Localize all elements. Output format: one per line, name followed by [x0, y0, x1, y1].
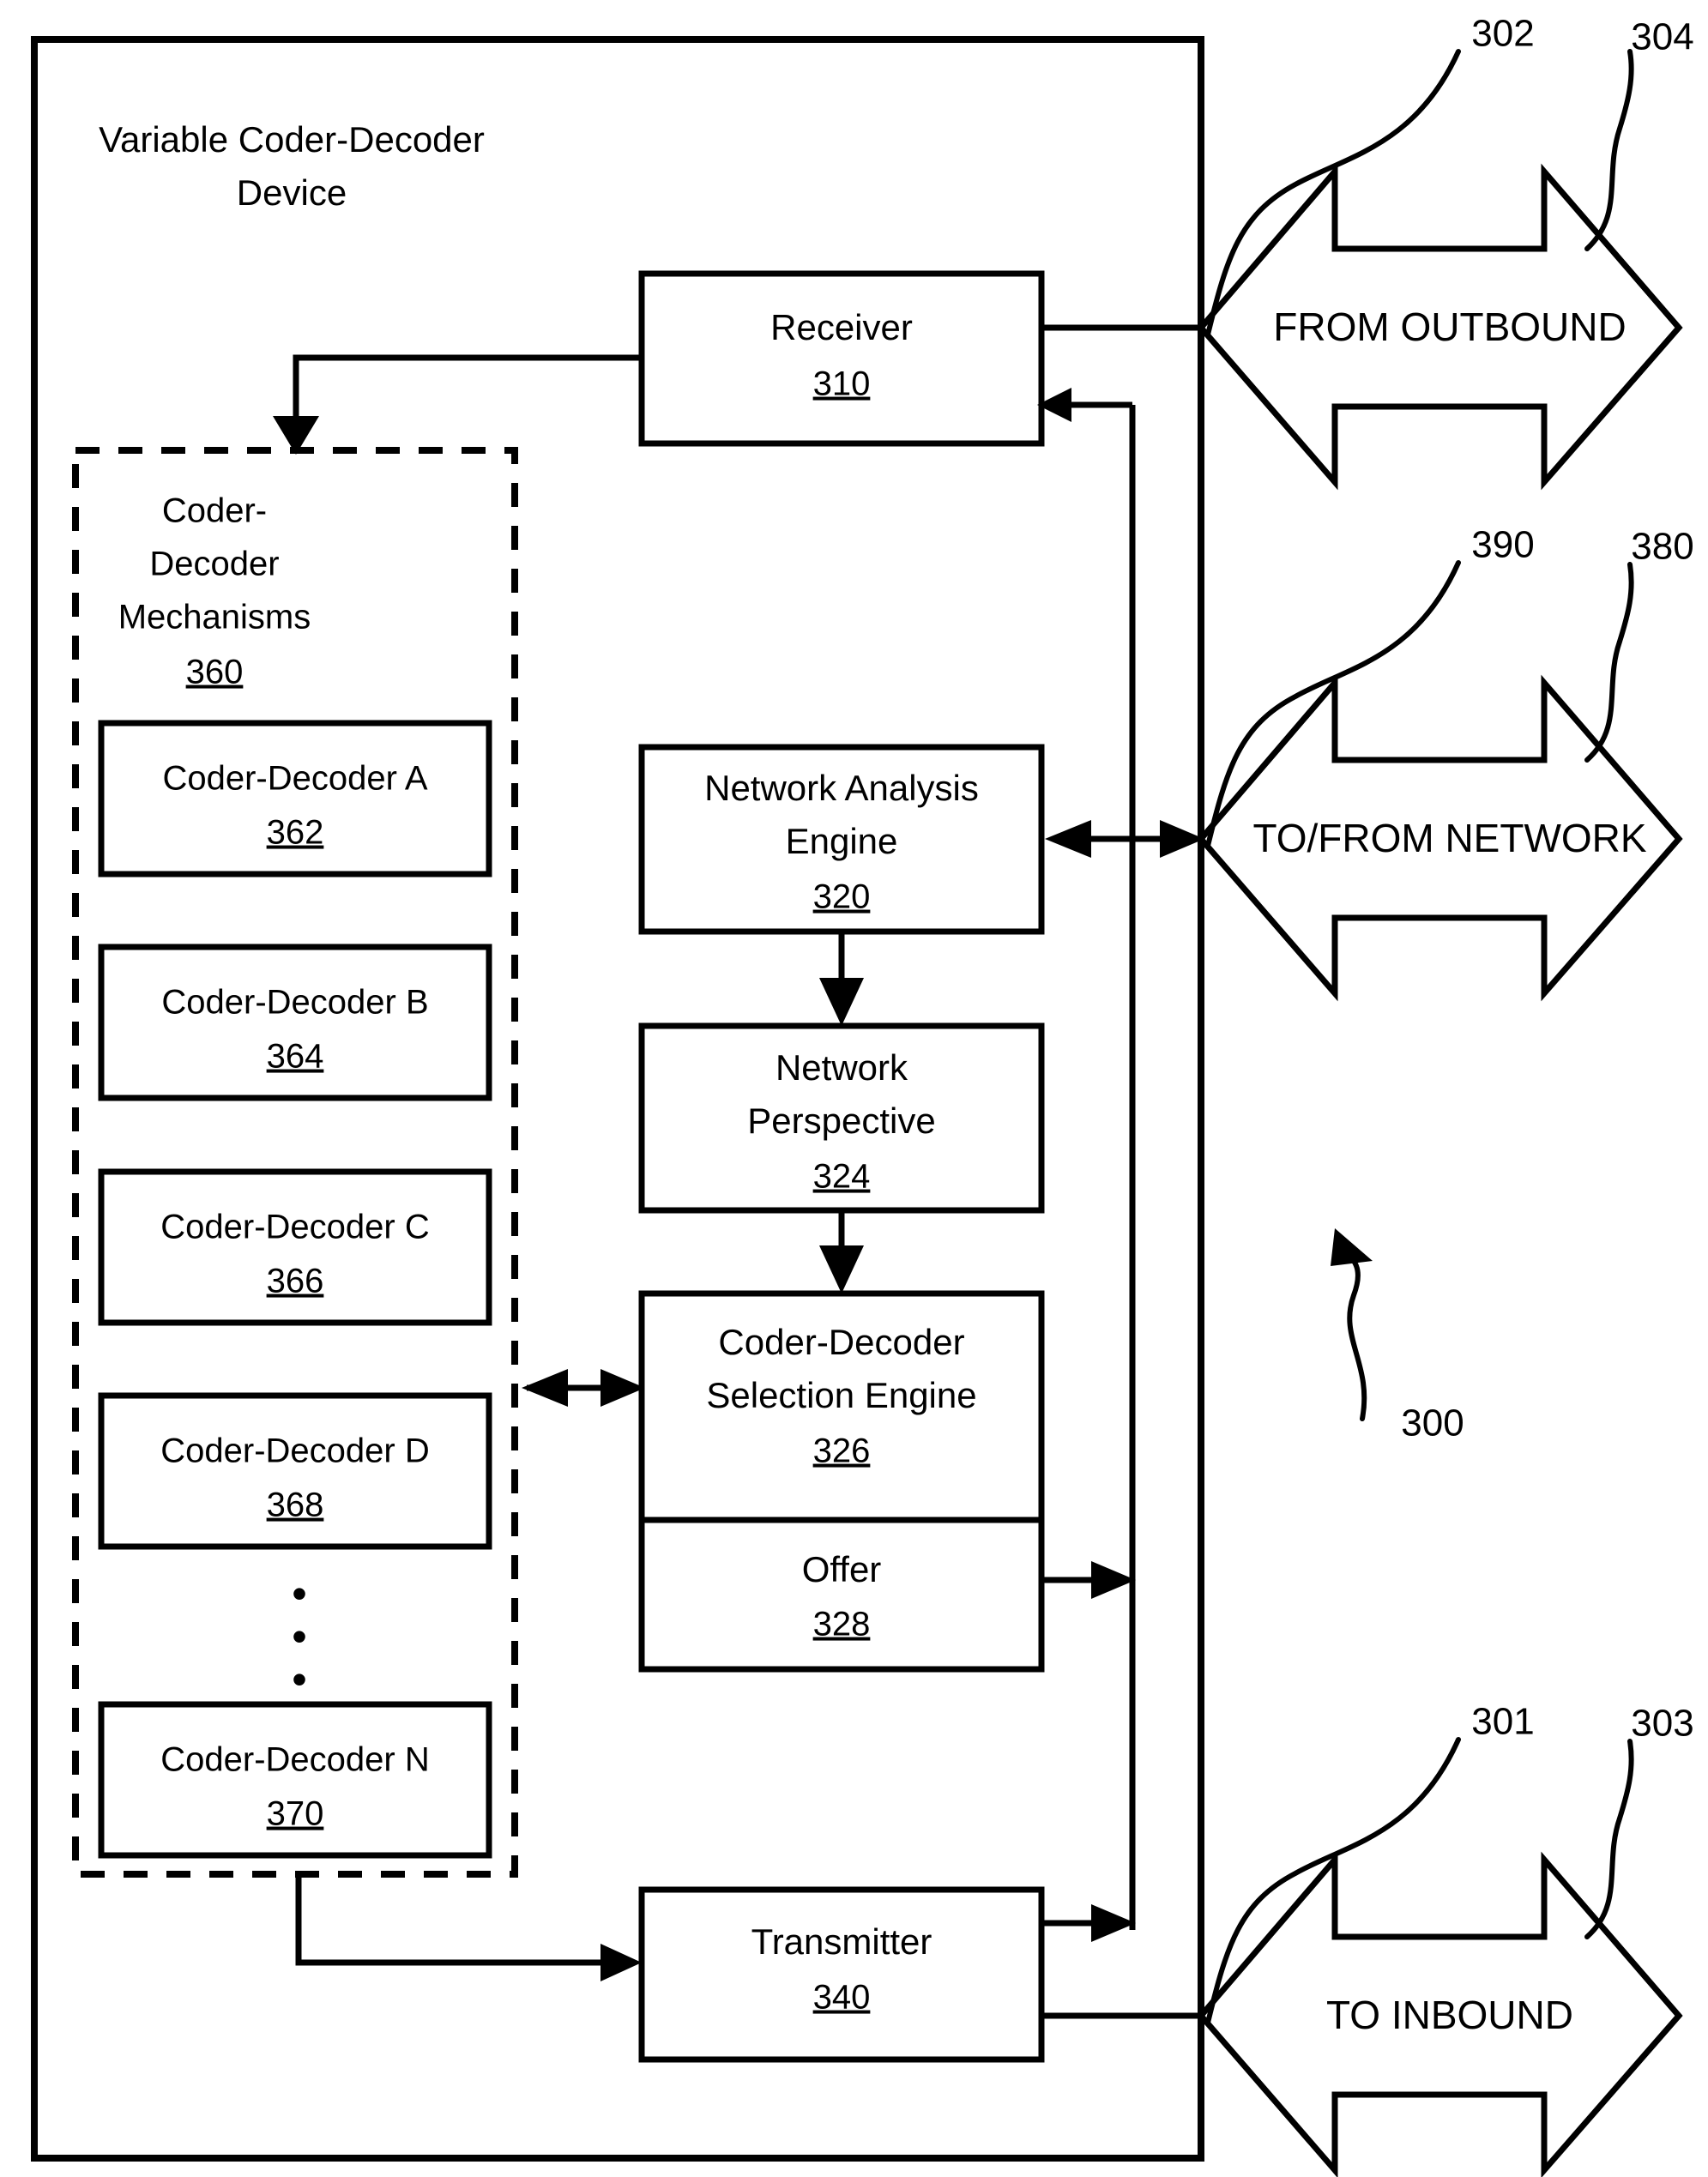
codec-item-n-label: Coder-Decoder N: [160, 1741, 429, 1779]
selection-engine-label-line2: Selection Engine: [706, 1375, 976, 1415]
arrowhead-codec-to-transmitter: [601, 1944, 642, 1981]
to-from-network-label: TO/FROM NETWORK: [1252, 816, 1646, 860]
leader-303: [1584, 1739, 1634, 1939]
leader-300: [1341, 1248, 1367, 1421]
codec-item-n-ref: 370: [267, 1795, 324, 1833]
codec-item-c-ref: 366: [267, 1263, 324, 1300]
arrowhead-transmitter-to-bus: [1091, 1904, 1136, 1942]
arrowhead-offer-to-bus: [1091, 1561, 1136, 1599]
codec-ellipsis-dot-3: •: [292, 1655, 307, 1704]
leader-304: [1584, 49, 1634, 251]
selection-engine-label-line1: Coder-Decoder: [718, 1322, 964, 1362]
codec-item-a-label: Coder-Decoder A: [162, 760, 427, 798]
offer-label: Offer: [802, 1549, 882, 1589]
codec-item-a-ref: 362: [267, 814, 324, 852]
network-analysis-label-line1: Network Analysis: [704, 768, 979, 808]
arrowhead-perspective-to-selection: [819, 1245, 864, 1294]
callout-302: 302: [1471, 13, 1534, 55]
codec-group-title-line1: Coder-: [162, 492, 267, 530]
callout-303: 303: [1631, 1703, 1693, 1745]
arrowhead-codec-selection-right: [601, 1369, 645, 1407]
arrowhead-codec-selection-left: [522, 1369, 568, 1407]
codec-ellipsis-dot-1: •: [292, 1570, 307, 1618]
arrowhead-nae-to-perspective: [819, 978, 864, 1026]
figure-canvas: Variable Coder-Decoder Device Receiver 3…: [31, 13, 1694, 2177]
callout-380: 380: [1631, 526, 1693, 568]
codec-ellipsis-dot-2: •: [292, 1613, 307, 1661]
leader-380: [1584, 562, 1634, 763]
network-perspective-label-line2: Perspective: [747, 1101, 935, 1141]
network-perspective-ref: 324: [813, 1158, 871, 1196]
codec-group-title-line2: Decoder: [149, 546, 279, 583]
codec-group-ref: 360: [186, 654, 244, 691]
arrow-codec-to-transmitter: [295, 1875, 601, 1966]
transmitter-ref: 340: [813, 1979, 871, 2017]
transmitter-label: Transmitter: [751, 1921, 932, 1962]
device-title-line1: Variable Coder-Decoder: [99, 119, 485, 160]
to-inbound-label: TO INBOUND: [1326, 1993, 1573, 2037]
from-outbound-label: FROM OUTBOUND: [1273, 305, 1626, 349]
device-title-line2: Device: [237, 172, 347, 213]
codec-item-b-label: Coder-Decoder B: [161, 984, 428, 1022]
arrow-receiver-to-codec-group: [293, 354, 642, 418]
codec-item-c-label: Coder-Decoder C: [160, 1209, 429, 1246]
callout-301: 301: [1471, 1701, 1534, 1743]
codec-item-a[interactable]: [98, 720, 492, 877]
codec-item-b-ref: 364: [267, 1038, 324, 1076]
offer-ref: 328: [813, 1606, 871, 1643]
receiver-label: Receiver: [770, 307, 913, 347]
block-transmitter[interactable]: [638, 1886, 1045, 2063]
arrowhead-300: [1331, 1228, 1373, 1266]
callout-390: 390: [1471, 524, 1534, 566]
callout-300: 300: [1401, 1402, 1464, 1444]
codec-item-n[interactable]: [98, 1701, 492, 1859]
codec-item-d-ref: 368: [267, 1487, 324, 1524]
codec-item-d-label: Coder-Decoder D: [160, 1432, 429, 1470]
arrowhead-nae-network-left: [1045, 820, 1091, 858]
receiver-ref: 310: [813, 365, 871, 403]
codec-item-d[interactable]: [98, 1392, 492, 1550]
selection-engine-ref: 326: [813, 1432, 871, 1470]
callout-304: 304: [1631, 16, 1693, 58]
network-perspective-label-line1: Network: [776, 1047, 908, 1088]
network-analysis-ref: 320: [813, 878, 871, 916]
block-receiver[interactable]: [638, 270, 1045, 447]
codec-group-title-line3: Mechanisms: [118, 599, 311, 636]
network-analysis-label-line2: Engine: [786, 821, 898, 861]
codec-item-c[interactable]: [98, 1168, 492, 1326]
codec-item-b[interactable]: [98, 944, 492, 1101]
patent-figure: Variable Coder-Decoder Device Receiver 3…: [0, 0, 1708, 2177]
